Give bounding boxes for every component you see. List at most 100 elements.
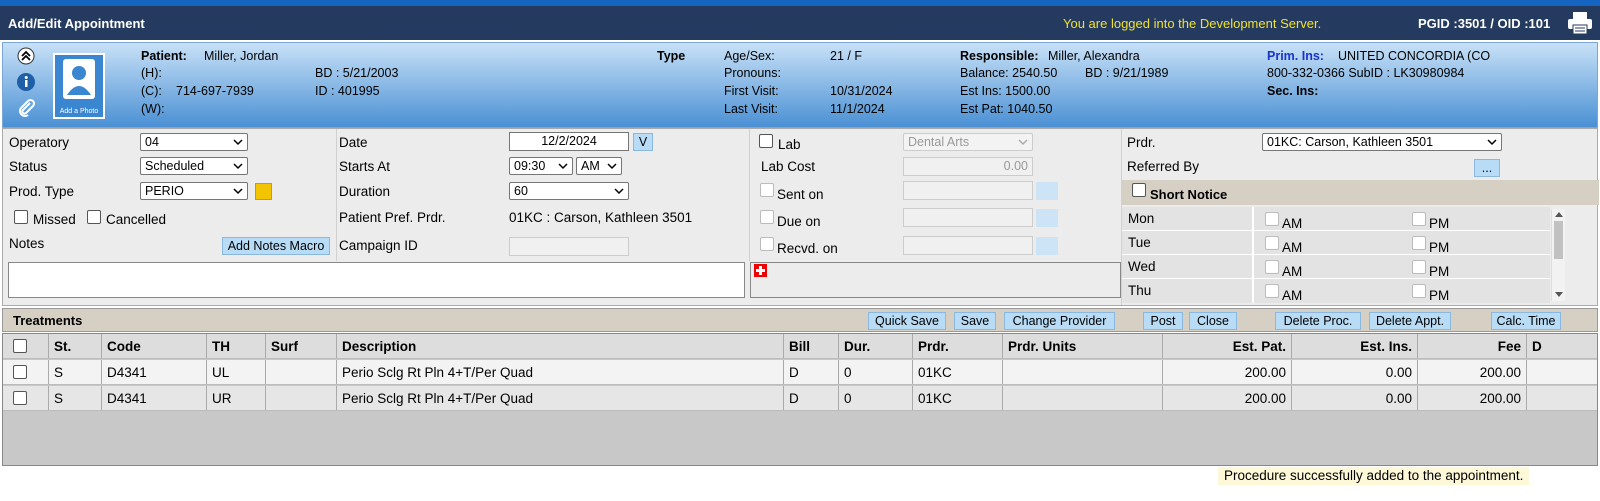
campaign-id-input[interactable]: [509, 237, 629, 256]
row-checkbox[interactable]: [13, 365, 27, 379]
referred-by-button[interactable]: ...: [1474, 159, 1500, 177]
prdr-label: Prdr.: [1127, 135, 1156, 150]
scroll-thumb[interactable]: [1554, 221, 1563, 259]
tooth-cell: UR: [207, 386, 266, 410]
start-time-select[interactable]: 09:30: [509, 157, 573, 175]
missed-checkbox[interactable]: [14, 210, 28, 224]
column-header[interactable]: TH: [207, 334, 266, 358]
recvd-on-checkbox[interactable]: [760, 237, 774, 251]
est-ins-cell: 0.00: [1292, 360, 1418, 384]
quick-save-button[interactable]: Quick Save: [868, 312, 946, 330]
date-input[interactable]: 12/2/2024: [509, 132, 629, 151]
column-header[interactable]: Code: [102, 334, 207, 358]
column-header[interactable]: Est. Pat.: [1163, 334, 1292, 358]
day-divider: [1122, 254, 1550, 255]
mon-am-checkbox[interactable]: [1265, 212, 1279, 226]
prdr-select[interactable]: 01KC: Carson, Kathleen 3501: [1262, 133, 1502, 151]
status-select[interactable]: Scheduled: [140, 157, 248, 175]
date-picker-button[interactable]: V: [633, 133, 653, 151]
day-divider: [1122, 278, 1550, 279]
sent-on-label: Sent on: [777, 187, 824, 202]
lab-cost-input[interactable]: 0.00: [903, 157, 1033, 176]
campaign-id-label: Campaign ID: [339, 238, 418, 253]
notes-textarea[interactable]: [8, 262, 745, 298]
code-cell: D4341: [102, 360, 207, 384]
paperclip-icon[interactable]: [16, 97, 36, 117]
sent-on-checkbox[interactable]: [760, 183, 774, 197]
column-header[interactable]: Est. Ins.: [1292, 334, 1418, 358]
column-header[interactable]: St.: [49, 334, 102, 358]
short-notice-scrollbar[interactable]: [1551, 209, 1565, 301]
lab-select[interactable]: Dental Arts: [903, 133, 1033, 151]
select-all-checkbox[interactable]: [13, 339, 27, 353]
fee-cell: 200.00: [1418, 360, 1527, 384]
window-title: Add/Edit Appointment: [8, 16, 145, 31]
delete-proc-button[interactable]: Delete Proc.: [1275, 312, 1361, 330]
short-notice-label: Short Notice: [1150, 187, 1228, 202]
sent-on-input[interactable]: [903, 181, 1033, 200]
ampm-select[interactable]: AM: [576, 157, 622, 175]
column-header[interactable]: Dur.: [839, 334, 913, 358]
scroll-up-icon[interactable]: [1555, 211, 1563, 217]
table-row[interactable]: S D4341 UR Perio Sclg Rt Pln 4+T/Per Qua…: [3, 386, 1597, 411]
printer-icon[interactable]: [1567, 11, 1593, 35]
title-bar: Add/Edit Appointment You are logged into…: [0, 6, 1600, 40]
close-button[interactable]: Close: [1189, 312, 1237, 330]
short-notice-checkbox[interactable]: [1132, 183, 1146, 197]
bill-cell: D: [784, 360, 839, 384]
prdr-units-cell: [1003, 386, 1163, 410]
column-header[interactable]: Prdr.: [913, 334, 1003, 358]
agesex-label: Age/Sex:: [724, 49, 775, 63]
due-on-checkbox[interactable]: [760, 210, 774, 224]
mon-pm-checkbox[interactable]: [1412, 212, 1426, 226]
thu-pm-checkbox[interactable]: [1412, 284, 1426, 298]
pronouns-label: Pronouns:: [724, 66, 781, 80]
tue-am-checkbox[interactable]: [1265, 236, 1279, 250]
prod-type-color-swatch[interactable]: [255, 183, 272, 200]
add-notes-macro-button[interactable]: Add Notes Macro: [222, 237, 330, 255]
pm-label: PM: [1429, 264, 1450, 279]
cancelled-checkbox[interactable]: [87, 210, 101, 224]
prod-type-select[interactable]: PERIO: [140, 182, 248, 200]
scroll-down-icon[interactable]: [1555, 292, 1563, 298]
collapse-icon[interactable]: [16, 46, 36, 66]
lab-value: Dental Arts: [908, 135, 970, 149]
patient-photo[interactable]: Add a Photo: [53, 53, 105, 119]
operatory-select[interactable]: 04: [140, 133, 248, 151]
ampm-value: AM: [581, 159, 600, 173]
tue-pm-checkbox[interactable]: [1412, 236, 1426, 250]
wed-pm-checkbox[interactable]: [1412, 260, 1426, 274]
medical-cross-icon[interactable]: [754, 264, 767, 277]
column-header[interactable]: Fee: [1418, 334, 1527, 358]
info-icon[interactable]: [16, 72, 36, 92]
recvd-on-date-button[interactable]: [1036, 237, 1058, 255]
column-header[interactable]: Prdr. Units: [1003, 334, 1163, 358]
column-header[interactable]: Bill: [784, 334, 839, 358]
column-header[interactable]: Surf: [266, 334, 337, 358]
column-header[interactable]: Description: [337, 334, 784, 358]
thu-am-checkbox[interactable]: [1265, 284, 1279, 298]
lab-checkbox[interactable]: [759, 134, 773, 148]
duration-select[interactable]: 60: [509, 182, 629, 200]
due-on-input[interactable]: [903, 208, 1033, 227]
am-label: AM: [1282, 264, 1303, 279]
sent-on-date-button[interactable]: [1036, 182, 1058, 200]
tooth-cell: UL: [207, 360, 266, 384]
recvd-on-input[interactable]: [903, 236, 1033, 255]
last-visit-value: 11/1/2024: [830, 102, 885, 116]
row-checkbox[interactable]: [13, 391, 27, 405]
wed-am-checkbox[interactable]: [1265, 260, 1279, 274]
column-header[interactable]: D: [1527, 334, 1597, 358]
lab-label: Lab: [778, 137, 801, 152]
sec-ins-label: Sec. Ins:: [1267, 84, 1319, 98]
post-button[interactable]: Post: [1143, 312, 1183, 330]
calc-time-button[interactable]: Calc. Time: [1491, 312, 1561, 330]
lab-notes-area[interactable]: [750, 262, 1121, 298]
pref-prdr-value: 01KC : Carson, Kathleen 3501: [509, 210, 693, 225]
due-on-date-button[interactable]: [1036, 209, 1058, 227]
change-provider-button[interactable]: Change Provider: [1004, 312, 1115, 330]
delete-appt-button[interactable]: Delete Appt.: [1369, 312, 1451, 330]
status-label: Status: [9, 159, 48, 174]
save-button[interactable]: Save: [954, 312, 996, 330]
table-row[interactable]: S D4341 UL Perio Sclg Rt Pln 4+T/Per Qua…: [3, 360, 1597, 385]
